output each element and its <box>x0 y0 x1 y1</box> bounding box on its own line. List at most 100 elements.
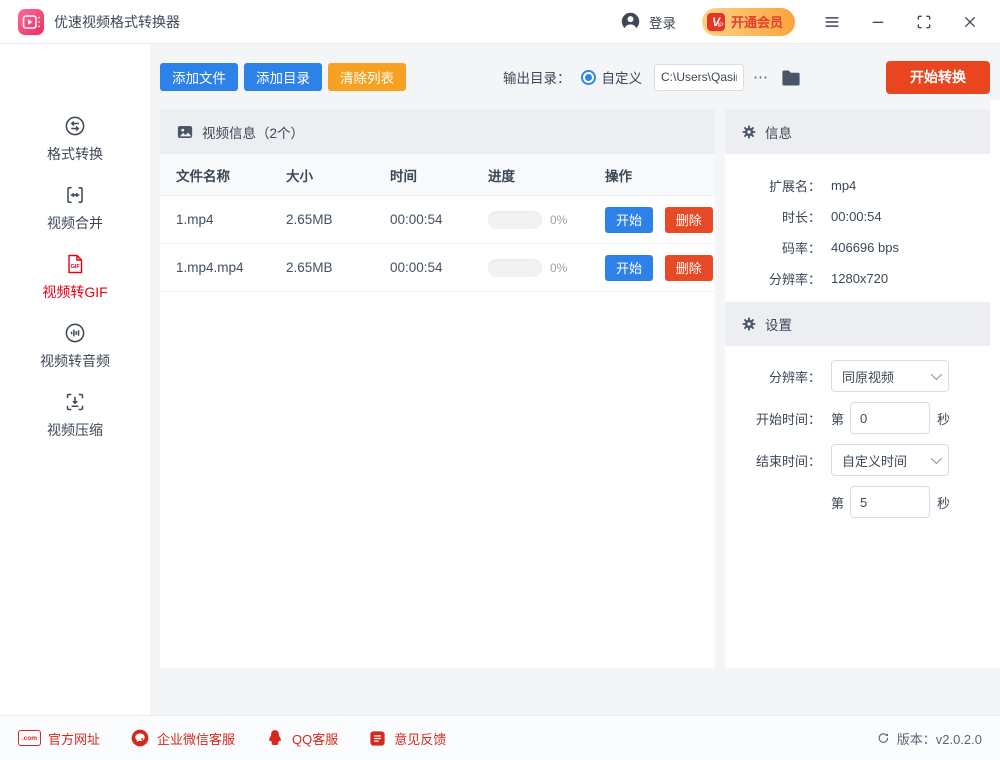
col-time: 时间 <box>390 165 488 185</box>
end-unit: 秒 <box>937 493 950 512</box>
info-row-duration: 时长： 00:00:54 <box>725 201 990 232</box>
info-row-bitrate: 码率： 406696 bps <box>725 232 990 263</box>
sidebar-item-label: 视频转音频 <box>40 351 110 371</box>
row-start-button[interactable]: 开始 <box>605 207 653 233</box>
video-to-audio-icon <box>63 321 87 345</box>
setting-end-time-row: 结束时间： 自定义时间 <box>725 444 990 476</box>
minimize-icon[interactable] <box>869 13 887 31</box>
qq-service-link[interactable]: QQ客服 <box>265 728 338 748</box>
action-cell: 开始 删除 <box>605 255 715 281</box>
col-filename: 文件名称 <box>176 165 286 185</box>
sidebar-item-label: 视频压缩 <box>47 420 103 440</box>
chevron-down-icon <box>931 453 942 464</box>
gear-icon <box>741 124 757 140</box>
wechat-chat-icon <box>130 728 150 748</box>
add-directory-button[interactable]: 添加目录 <box>244 63 322 91</box>
video-merge-icon <box>63 183 87 207</box>
custom-radio-label[interactable]: 自定义 <box>602 67 643 87</box>
login-button[interactable]: 登录 <box>620 11 676 32</box>
sidebar-item-label: 视频转GIF <box>42 282 107 302</box>
clear-list-button[interactable]: 清除列表 <box>328 63 406 91</box>
version-label: 版本：v2.0.2.0 <box>897 729 982 748</box>
file-name: 1.mp4.mp4 <box>176 260 286 275</box>
gif-file-icon: GIF <box>63 252 87 276</box>
row-delete-button[interactable]: 删除 <box>665 207 713 233</box>
row-delete-button[interactable]: 删除 <box>665 255 713 281</box>
col-progress: 进度 <box>488 165 605 185</box>
sidebar-item-video-to-gif[interactable]: GIF 视频转GIF <box>42 252 107 302</box>
progress-bar <box>488 259 542 277</box>
file-time: 00:00:54 <box>390 260 488 275</box>
login-label: 登录 <box>649 12 676 32</box>
vip-badge-ip: IP <box>717 23 723 30</box>
setting-end-value-row: 第 秒 <box>725 486 990 518</box>
settings-body: 分辨率： 同原视频 开始时间： 第 秒 结束时间： 自定义时间 <box>725 346 990 518</box>
end-time-input[interactable] <box>850 486 930 518</box>
sidebar-item-video-compress[interactable]: 视频压缩 <box>47 390 103 440</box>
toolbar: 添加文件 添加目录 清除列表 输出目录： 自定义 ⋯ 开始转换 <box>160 44 990 110</box>
add-file-button[interactable]: 添加文件 <box>160 63 238 91</box>
start-unit: 秒 <box>937 409 950 428</box>
svg-text:GIF: GIF <box>71 264 81 270</box>
vip-membership-button[interactable]: V IP 开通会员 <box>702 8 795 36</box>
app-logo-icon <box>18 9 44 35</box>
sidebar-item-video-to-audio[interactable]: 视频转音频 <box>40 321 110 371</box>
info-title: 信息 <box>765 122 792 142</box>
close-icon[interactable] <box>961 13 979 31</box>
col-action: 操作 <box>605 165 715 185</box>
end-time-mode-dropdown[interactable]: 自定义时间 <box>831 444 949 476</box>
custom-radio[interactable] <box>581 70 596 85</box>
official-website-link[interactable]: .com 官方网址 <box>18 729 100 748</box>
titlebar: 优速视频格式转换器 登录 V IP 开通会员 <box>0 0 1000 44</box>
app-title: 优速视频格式转换器 <box>54 12 180 32</box>
app-window: 优速视频格式转换器 登录 V IP 开通会员 <box>0 0 1000 760</box>
resolution-dropdown[interactable]: 同原视频 <box>831 360 949 392</box>
open-folder-icon[interactable] <box>780 68 802 87</box>
setting-start-time-row: 开始时间： 第 秒 <box>725 402 990 434</box>
start-prefix: 第 <box>831 409 844 428</box>
sidebar-item-format-convert[interactable]: 格式转换 <box>47 114 103 164</box>
sidebar-item-video-merge[interactable]: 视频合并 <box>47 183 103 233</box>
action-cell: 开始 删除 <box>605 207 715 233</box>
info-row-extension: 扩展名： mp4 <box>725 170 990 201</box>
image-icon <box>176 123 194 141</box>
progress-percent: 0% <box>550 261 567 275</box>
wechat-service-link[interactable]: 企业微信客服 <box>130 728 235 748</box>
menu-icon[interactable] <box>823 13 841 31</box>
scrollbar-track <box>990 100 1000 668</box>
vip-button-label: 开通会员 <box>731 12 783 31</box>
video-info-section-header: 视频信息（2个） <box>160 110 715 154</box>
website-icon: .com <box>18 730 41 746</box>
feedback-link[interactable]: 意见反馈 <box>368 729 446 748</box>
table-column-header: 文件名称 大小 时间 进度 操作 <box>160 154 715 196</box>
row-start-button[interactable]: 开始 <box>605 255 653 281</box>
file-time: 00:00:54 <box>390 212 488 227</box>
sidebar-item-label: 格式转换 <box>47 144 103 164</box>
table-row[interactable]: 1.mp4 2.65MB 00:00:54 0% 开始 删除 <box>160 196 715 244</box>
version-info[interactable]: 版本：v2.0.2.0 <box>876 729 982 748</box>
refresh-icon <box>876 731 891 746</box>
file-table-panel: 视频信息（2个） 文件名称 大小 时间 进度 操作 1.mp4 2.65MB 0… <box>160 110 715 668</box>
footer: .com 官方网址 企业微信客服 QQ客服 意见反馈 <box>0 715 1000 760</box>
info-section-header: 信息 <box>725 110 990 154</box>
start-convert-button[interactable]: 开始转换 <box>886 61 990 94</box>
maximize-icon[interactable] <box>915 13 933 31</box>
end-prefix: 第 <box>831 493 844 512</box>
file-name: 1.mp4 <box>176 212 286 227</box>
progress-bar <box>488 211 542 229</box>
user-avatar-icon <box>620 11 641 32</box>
qq-penguin-icon <box>265 728 285 748</box>
feedback-icon <box>368 729 387 748</box>
output-path-input[interactable] <box>654 64 744 91</box>
output-directory-label: 输出目录： <box>503 67 571 87</box>
start-time-input[interactable] <box>850 402 930 434</box>
file-size: 2.65MB <box>286 260 390 275</box>
settings-section-header: 设置 <box>725 302 990 346</box>
sidebar: 格式转换 视频合并 GIF 视频转GIF 视频转音频 <box>0 44 150 715</box>
detail-panel: 信息 扩展名： mp4 时长： 00:00:54 码率： 406696 bps … <box>725 110 990 668</box>
video-info-title: 视频信息（2个） <box>202 122 304 142</box>
table-row[interactable]: 1.mp4.mp4 2.65MB 00:00:54 0% 开始 删除 <box>160 244 715 292</box>
setting-resolution-row: 分辨率： 同原视频 <box>725 360 990 392</box>
browse-ellipsis-button[interactable]: ⋯ <box>753 68 769 86</box>
progress-percent: 0% <box>550 213 567 227</box>
